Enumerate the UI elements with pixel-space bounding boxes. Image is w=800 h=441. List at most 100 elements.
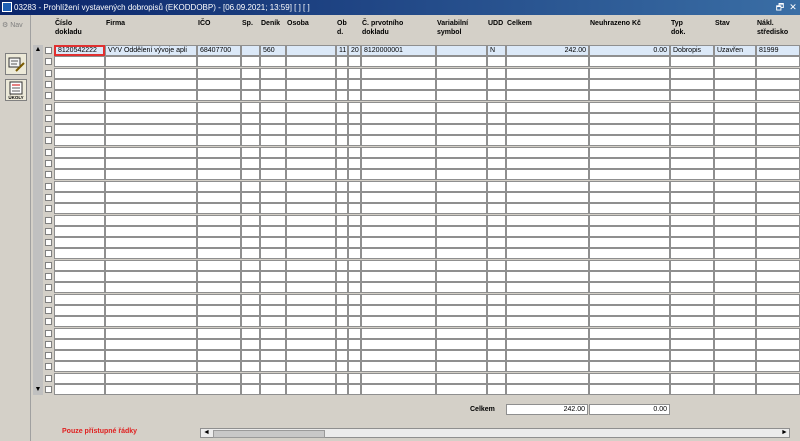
cell-vs[interactable]: [436, 214, 487, 226]
cell-stav[interactable]: [714, 158, 756, 169]
cell-firma[interactable]: [105, 146, 197, 158]
cell-stav[interactable]: [714, 259, 756, 271]
cell-celkem[interactable]: [506, 259, 589, 271]
cell-prvotni[interactable]: [361, 158, 436, 169]
cell-sp[interactable]: [241, 259, 260, 271]
cell-sp[interactable]: [241, 191, 260, 203]
cell-firma[interactable]: [105, 90, 197, 102]
cell-celkem[interactable]: [506, 135, 589, 147]
cell-typ[interactable]: [670, 191, 714, 203]
cell-osoba[interactable]: [286, 338, 336, 350]
cell-ico[interactable]: [197, 191, 241, 203]
cell-neuhrazeno[interactable]: [589, 101, 670, 113]
cell-vs[interactable]: [436, 169, 487, 181]
cell-osoba[interactable]: [286, 146, 336, 158]
cell-cislo[interactable]: [54, 327, 105, 339]
cell-neuhrazeno[interactable]: [589, 191, 670, 203]
cell-obd2[interactable]: [348, 259, 361, 271]
cell-typ[interactable]: Dobropis: [670, 45, 714, 56]
row-checkbox[interactable]: [45, 193, 52, 201]
cell-ico[interactable]: [197, 338, 241, 350]
row-checkbox[interactable]: [45, 284, 52, 292]
cell-osoba[interactable]: [286, 101, 336, 113]
cell-nakl[interactable]: [756, 146, 800, 158]
cell-stav[interactable]: [714, 90, 756, 102]
cell-celkem[interactable]: [506, 384, 589, 395]
cell-nakl[interactable]: [756, 282, 800, 294]
cell-obd2[interactable]: [348, 327, 361, 339]
cell-cislo[interactable]: [54, 350, 105, 362]
cell-neuhrazeno[interactable]: [589, 372, 670, 384]
cell-nakl[interactable]: [756, 248, 800, 260]
cell-typ[interactable]: [670, 90, 714, 102]
column-header-vs[interactable]: Variabilní symbol: [437, 19, 468, 37]
cell-sp[interactable]: [241, 135, 260, 147]
cell-nakl[interactable]: [756, 338, 800, 350]
cell-vs[interactable]: [436, 191, 487, 203]
cell-cislo[interactable]: [54, 158, 105, 169]
cell-celkem[interactable]: [506, 180, 589, 192]
cell-vs[interactable]: [436, 350, 487, 362]
cell-stav[interactable]: [714, 327, 756, 339]
row-checkbox[interactable]: [45, 205, 52, 213]
cell-neuhrazeno[interactable]: [589, 90, 670, 102]
cell-firma[interactable]: [105, 158, 197, 169]
cell-cislo[interactable]: [54, 112, 105, 124]
row-checkbox[interactable]: [45, 47, 52, 54]
cell-udd[interactable]: [487, 180, 506, 192]
cell-cislo[interactable]: [54, 90, 105, 102]
cell-obd2[interactable]: [348, 338, 361, 350]
cell-typ[interactable]: [670, 78, 714, 90]
cell-neuhrazeno[interactable]: [589, 135, 670, 147]
cell-cislo[interactable]: [54, 237, 105, 249]
cell-nakl[interactable]: [756, 237, 800, 249]
cell-udd[interactable]: [487, 372, 506, 384]
cell-cislo[interactable]: 8120542222: [54, 45, 105, 56]
cell-typ[interactable]: [670, 259, 714, 271]
cell-neuhrazeno[interactable]: [589, 304, 670, 316]
cell-firma[interactable]: [105, 316, 197, 328]
cell-udd[interactable]: [487, 203, 506, 215]
cell-osoba[interactable]: [286, 203, 336, 215]
cell-denik[interactable]: [260, 203, 286, 215]
cell-typ[interactable]: [670, 67, 714, 79]
row-checkbox[interactable]: [45, 171, 52, 179]
cell-obd[interactable]: [336, 304, 348, 316]
cell-obd2[interactable]: [348, 146, 361, 158]
cell-neuhrazeno[interactable]: [589, 56, 670, 68]
cell-osoba[interactable]: [286, 214, 336, 226]
cell-udd[interactable]: [487, 56, 506, 68]
cell-sp[interactable]: [241, 350, 260, 362]
cell-obd[interactable]: [336, 338, 348, 350]
cell-udd[interactable]: [487, 384, 506, 395]
cell-celkem[interactable]: [506, 327, 589, 339]
cell-vs[interactable]: [436, 271, 487, 282]
cell-cislo[interactable]: [54, 78, 105, 90]
cell-firma[interactable]: [105, 214, 197, 226]
cell-firma[interactable]: [105, 304, 197, 316]
cell-nakl[interactable]: [756, 259, 800, 271]
cell-udd[interactable]: [487, 316, 506, 328]
cell-stav[interactable]: [714, 135, 756, 147]
cell-nakl[interactable]: [756, 180, 800, 192]
cell-ico[interactable]: [197, 169, 241, 181]
cell-sp[interactable]: [241, 293, 260, 305]
cell-sp[interactable]: [241, 158, 260, 169]
cell-cislo[interactable]: [54, 271, 105, 282]
cell-stav[interactable]: [714, 316, 756, 328]
cell-prvotni[interactable]: [361, 180, 436, 192]
cell-udd[interactable]: [487, 271, 506, 282]
cell-firma[interactable]: [105, 248, 197, 260]
cell-neuhrazeno[interactable]: [589, 237, 670, 249]
cell-celkem[interactable]: [506, 158, 589, 169]
cell-udd[interactable]: [487, 158, 506, 169]
scroll-down-icon[interactable]: ▼: [33, 385, 43, 395]
cell-sp[interactable]: [241, 124, 260, 136]
cell-nakl[interactable]: [756, 304, 800, 316]
cell-celkem[interactable]: [506, 293, 589, 305]
cell-ico[interactable]: [197, 237, 241, 249]
cell-denik[interactable]: [260, 67, 286, 79]
cell-neuhrazeno[interactable]: [589, 361, 670, 373]
column-header-neuhrazeno[interactable]: Neuhrazeno Kč: [590, 19, 641, 28]
cell-obd[interactable]: [336, 101, 348, 113]
